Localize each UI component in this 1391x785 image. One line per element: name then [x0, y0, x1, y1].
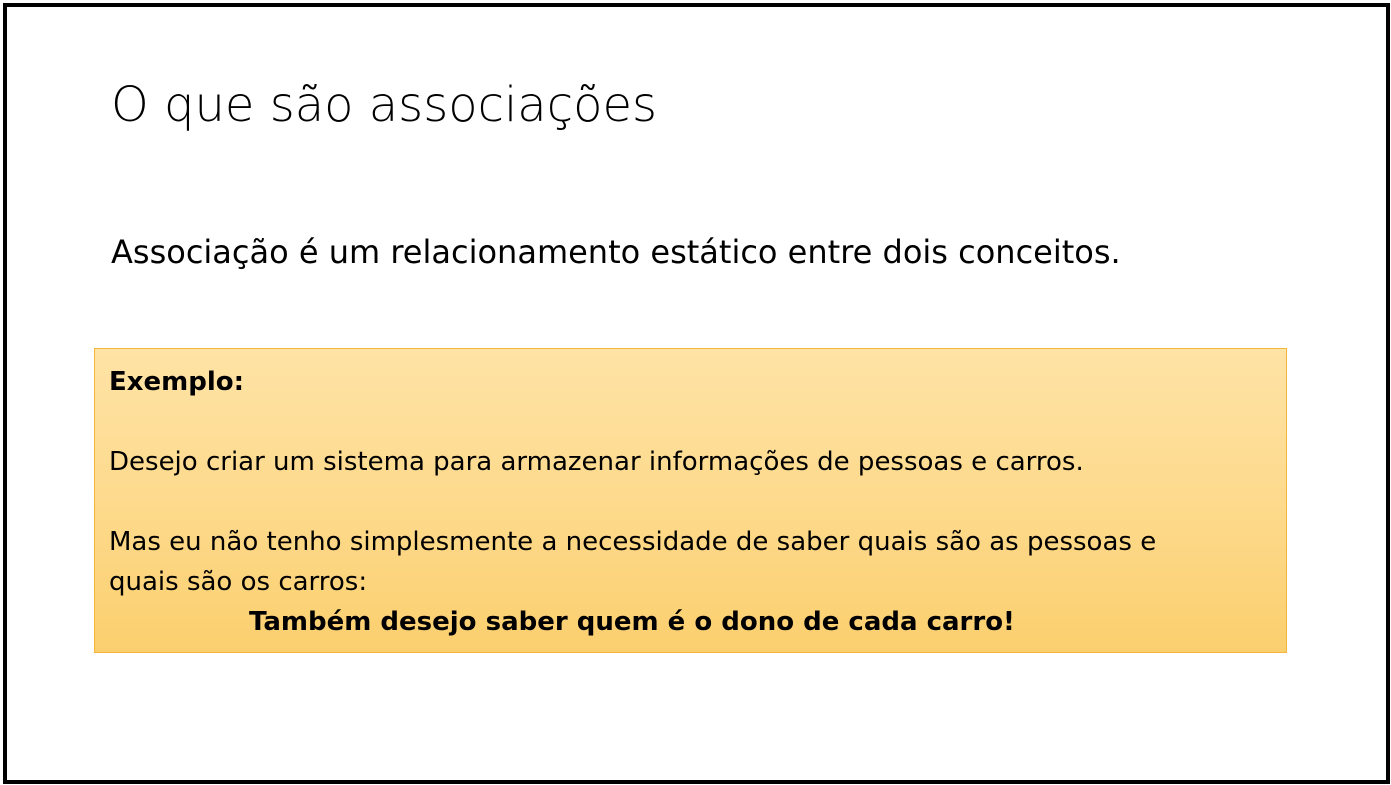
example-box: Exemplo: Desejo criar um sistema para ar… [94, 348, 1287, 653]
example-paragraph-2-line-2: quais são os carros: [109, 567, 368, 597]
example-paragraph-1: Desejo criar um sistema para armazenar i… [109, 447, 1084, 477]
example-paragraph-2-line-1: Mas eu não tenho simplesmente a necessid… [109, 527, 1157, 557]
example-emphasis: Também desejo saber quem é o dono de cad… [249, 607, 1015, 637]
slide-title: O que são associações [111, 77, 657, 133]
slide: O que são associações Associação é um re… [3, 3, 1390, 784]
example-heading: Exemplo: [109, 367, 245, 397]
definition-text: Associação é um relacionamento estático … [111, 233, 1121, 271]
